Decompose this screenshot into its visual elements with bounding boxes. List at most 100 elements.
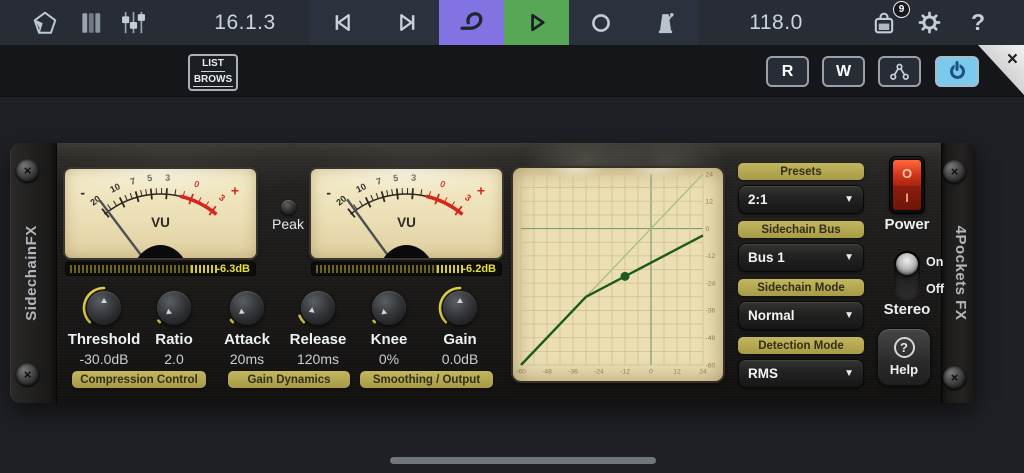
play-icon [531, 13, 545, 32]
knob-label: Gain [443, 331, 477, 348]
knob-pointer-icon [100, 298, 107, 303]
knob-value: 20ms [229, 350, 265, 367]
nodes-icon [890, 63, 909, 80]
selector-label: Detection Mode [738, 337, 864, 354]
knob-label: Release [289, 331, 347, 348]
settings-button[interactable] [908, 0, 950, 45]
selector-label: Presets [738, 163, 864, 180]
svg-text:7: 7 [375, 176, 383, 187]
store-button[interactable]: 9 [863, 0, 910, 45]
svg-text:-48: -48 [706, 335, 716, 342]
selector-label: Sidechain Mode [738, 279, 864, 296]
tempo-display[interactable]: 118.0 [726, 0, 826, 45]
knob-dial[interactable] [443, 291, 477, 325]
selector-dropdown[interactable]: Normal ▼ [738, 301, 864, 330]
skip-to-start-button[interactable] [310, 0, 375, 45]
knob-label: Attack [224, 331, 270, 348]
list-browse-toggle[interactable]: LIST BROWS [188, 54, 238, 91]
skip-forward-icon [399, 14, 414, 31]
help-label: Help [889, 362, 919, 377]
selector-value: Bus 1 [748, 250, 785, 265]
level-bar-output: -6.2dB [311, 262, 502, 276]
horizontal-scrollbar[interactable] [390, 457, 656, 464]
svg-text:+: + [477, 182, 485, 198]
mixer-faders-icon [121, 11, 145, 34]
knob-dial[interactable] [301, 291, 335, 325]
svg-text:-48: -48 [542, 369, 552, 376]
knob-value: 0% [378, 350, 400, 367]
knob-pointer-icon [164, 309, 173, 318]
knob-pointer-icon [237, 309, 246, 317]
knob-dial[interactable] [157, 291, 191, 325]
vu-meter-output: 20 10 7 5 3 0 3 - + VU [311, 169, 502, 258]
knob-dial[interactable] [372, 291, 406, 325]
svg-text:5: 5 [393, 173, 399, 183]
skip-to-end-button[interactable] [375, 0, 440, 45]
svg-text:-12: -12 [620, 369, 630, 376]
media-library-button[interactable] [24, 0, 66, 45]
compression-curve-graph: -60 -48 -36 -24 -12 0 12 24 24 12 0 -12 -24 -36 -48 -60 [516, 171, 716, 376]
power-off-half: O [893, 160, 921, 187]
svg-text:VU: VU [151, 215, 170, 230]
knob-value: 2.0 [164, 350, 184, 367]
piano-keys-icon [82, 12, 101, 33]
plugin-rack: × × × × SidechainFX 4Pockets FX 20 10 7 5 3 0… [10, 143, 976, 403]
svg-text:-60: -60 [516, 369, 526, 376]
gear-icon [918, 11, 940, 34]
svg-text:12: 12 [706, 199, 714, 206]
automation-nodes-button[interactable] [878, 56, 921, 87]
stereo-off-label: Off [926, 282, 945, 296]
chevron-down-icon: ▼ [844, 194, 854, 205]
stereo-on-label: On [926, 255, 944, 269]
svg-text:+: + [231, 182, 239, 198]
svg-text:3: 3 [463, 192, 473, 203]
selector-dropdown[interactable]: Bus 1 ▼ [738, 243, 864, 272]
plugin-power-button[interactable] [935, 56, 979, 87]
knob-label: Ratio [155, 331, 193, 348]
vu-meter-face: 20107 5 303- +VU [80, 173, 239, 258]
selector-dropdown[interactable]: RMS ▼ [738, 359, 864, 388]
stereo-toggle[interactable] [894, 251, 920, 299]
selector-group: Presets 2:1 ▼ [738, 163, 864, 214]
compression-curve-panel[interactable]: -60 -48 -36 -24 -12 0 12 24 24 12 0 -12 -24 -36 -48 -60 [513, 168, 723, 381]
knob-pointer-icon [456, 298, 463, 303]
mixer-view-button[interactable] [112, 0, 154, 45]
help-button-topbar[interactable]: ? [956, 0, 1000, 45]
peak-label: Peak [272, 216, 304, 232]
knob-dial[interactable] [230, 291, 264, 325]
selector-value: 2:1 [748, 192, 768, 207]
svg-text:3: 3 [165, 173, 171, 183]
metronome-button[interactable] [633, 0, 698, 45]
knob-value: 0.0dB [441, 350, 479, 367]
svg-text:24: 24 [699, 369, 707, 376]
group-label-compression: Compression Control [72, 371, 206, 388]
plugin-help-button[interactable]: ? Help [877, 328, 931, 386]
time-position-display[interactable]: 16.1.3 [186, 0, 304, 45]
selector-dropdown[interactable]: 2:1 ▼ [738, 185, 864, 214]
app-root: 16.1.3 118.0 9 ? LIST BROWS R W × × × × … [0, 0, 1024, 473]
power-switch[interactable]: O I [890, 157, 924, 213]
power-on-half: I [893, 186, 921, 210]
screw-icon: × [16, 363, 39, 386]
plugin-name-left: SidechainFX [23, 225, 40, 321]
screw-icon: × [943, 366, 966, 389]
svg-text:-24: -24 [706, 280, 716, 287]
svg-text:-24: -24 [594, 369, 604, 376]
knob-dial[interactable] [87, 291, 121, 325]
read-automation-button[interactable]: R [766, 56, 809, 87]
play-button[interactable] [504, 0, 569, 45]
selector-group: Detection Mode RMS ▼ [738, 337, 864, 388]
keys-view-button[interactable] [70, 0, 112, 45]
browse-label: BROWS [192, 74, 234, 87]
metronome-icon [658, 13, 674, 34]
chevron-down-icon: ▼ [844, 310, 854, 321]
selector-group: Sidechain Mode Normal ▼ [738, 279, 864, 330]
knob-unit: Gain 0.0dB [414, 285, 506, 367]
loop-button[interactable] [439, 0, 505, 45]
svg-text:24: 24 [706, 171, 714, 178]
svg-text:-36: -36 [706, 308, 716, 315]
write-automation-button[interactable]: W [822, 56, 865, 87]
plugin-toolbar: LIST BROWS R W [0, 45, 1024, 97]
chevron-down-icon: ▼ [844, 252, 854, 263]
record-button[interactable] [569, 0, 634, 45]
